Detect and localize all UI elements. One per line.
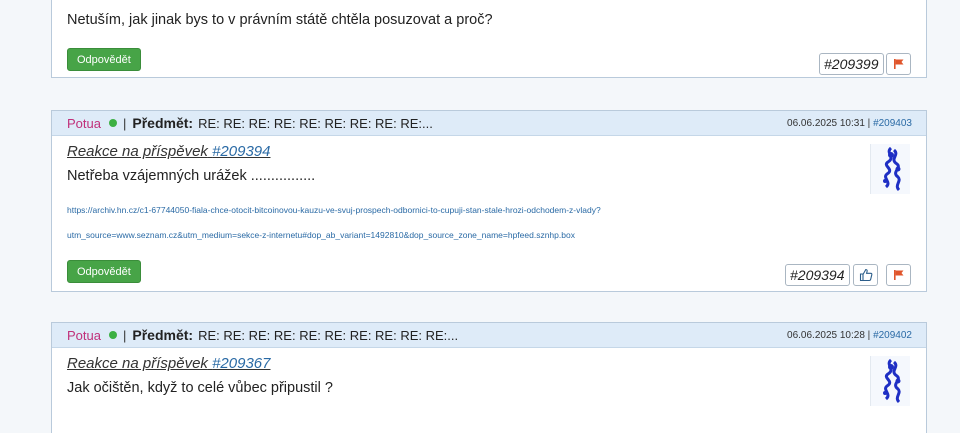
external-link-line-1[interactable]: https://archiv.hn.cz/c1-67744050-fiala-c… bbox=[67, 205, 601, 215]
author-link[interactable]: Potua bbox=[67, 116, 101, 131]
reply-to-line: Reakce na příspěvek #209394 bbox=[67, 143, 271, 160]
post-permalink[interactable]: #209403 bbox=[873, 118, 912, 129]
reply-to-line: Reakce na příspěvek #209367 bbox=[67, 355, 271, 372]
post-permalink[interactable]: #209402 bbox=[873, 330, 912, 341]
subject-label: Předmět: bbox=[132, 327, 194, 343]
report-button[interactable] bbox=[886, 53, 911, 75]
flag-icon bbox=[893, 59, 903, 69]
reply-button[interactable]: Odpovědět bbox=[67, 260, 141, 283]
post-header: Potua | Předmět: RE: RE: RE: RE: RE: RE:… bbox=[52, 323, 926, 348]
like-button[interactable] bbox=[853, 264, 878, 286]
external-link-line-2[interactable]: utm_source=www.seznam.cz&utm_medium=sekc… bbox=[67, 230, 575, 240]
online-status-icon bbox=[108, 331, 117, 339]
separator: | bbox=[122, 327, 127, 343]
reply-button[interactable]: Odpovědět bbox=[67, 48, 141, 71]
thumbs-up-icon bbox=[859, 268, 872, 282]
post-id-button[interactable]: #209394 bbox=[785, 264, 850, 286]
post-meta: 06.06.2025 10:31 | #209403 bbox=[787, 118, 912, 129]
reply-to-prefix: Reakce na příspěvek bbox=[67, 143, 208, 160]
avatar bbox=[870, 356, 910, 406]
post-date: 06.06.2025 10:28 bbox=[787, 329, 865, 341]
post-209402: Potua | Předmět: RE: RE: RE: RE: RE: RE:… bbox=[51, 322, 927, 433]
subject-text: RE: RE: RE: RE: RE: RE: RE: RE: RE:... bbox=[198, 115, 433, 131]
avatar-image bbox=[882, 146, 901, 192]
post-header: Potua | Předmět: RE: RE: RE: RE: RE: RE:… bbox=[52, 111, 926, 136]
flag-icon bbox=[893, 270, 903, 280]
avatar bbox=[870, 144, 910, 194]
post-text: Netuším, jak jinak bys to v právním stát… bbox=[67, 12, 493, 28]
post-text: Netřeba vzájemných urážek ..............… bbox=[67, 168, 316, 184]
report-button[interactable] bbox=[886, 264, 911, 286]
separator: | bbox=[122, 115, 127, 131]
online-status-icon bbox=[108, 119, 117, 127]
post-id-button[interactable]: #209399 bbox=[819, 53, 884, 75]
subject-label: Předmět: bbox=[132, 115, 194, 131]
post-date: 06.06.2025 10:31 bbox=[787, 117, 865, 129]
post-text: Jak očištěn, když to celé vůbec připusti… bbox=[67, 380, 333, 396]
reply-to-link[interactable]: #209394 bbox=[212, 143, 270, 160]
reply-to-prefix: Reakce na příspěvek bbox=[67, 355, 208, 372]
author-link[interactable]: Potua bbox=[67, 328, 101, 343]
meta-separator: | bbox=[867, 329, 871, 341]
post-top: Netuším, jak jinak bys to v právním stát… bbox=[51, 0, 927, 78]
subject-text: RE: RE: RE: RE: RE: RE: RE: RE: RE: RE:.… bbox=[198, 327, 459, 343]
reply-to-link[interactable]: #209367 bbox=[212, 355, 270, 372]
avatar-image bbox=[882, 358, 901, 404]
post-209403: Potua | Předmět: RE: RE: RE: RE: RE: RE:… bbox=[51, 110, 927, 292]
meta-separator: | bbox=[867, 117, 871, 129]
post-meta: 06.06.2025 10:28 | #209402 bbox=[787, 330, 912, 341]
